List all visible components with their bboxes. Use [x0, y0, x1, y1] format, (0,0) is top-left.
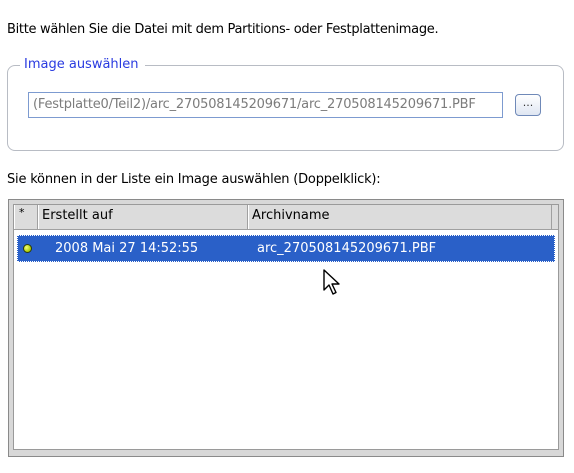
image-list-body[interactable]: * Erstellt auf Archivname 2008 Mai 27 14… [13, 204, 559, 450]
instruction-text: Bitte wählen Sie die Datei mit dem Parti… [7, 22, 439, 37]
list-header: * Erstellt auf Archivname [14, 205, 558, 230]
mouse-pointer-icon [323, 269, 340, 295]
row-archive-name: arc_270508145209671.PBF [257, 241, 437, 256]
group-title: Image auswählen [20, 56, 145, 74]
browse-button[interactable]: ... [515, 94, 541, 116]
image-list: * Erstellt auf Archivname 2008 Mai 27 14… [8, 199, 564, 457]
column-header-created[interactable]: Erstellt auf [38, 205, 248, 229]
row-created: 2008 Mai 27 14:52:55 [55, 241, 199, 256]
list-caption: Sie können in der Liste ein Image auswäh… [7, 172, 381, 187]
green-dot-icon [23, 244, 32, 253]
column-header-archive-name[interactable]: Archivname [248, 205, 552, 229]
image-select-group: Image auswählen (Festplatte0/Teil2)/arc_… [7, 56, 564, 151]
image-path-field[interactable]: (Festplatte0/Teil2)/arc_270508145209671/… [28, 92, 503, 118]
column-header-marker[interactable]: * [14, 205, 38, 229]
list-row[interactable]: 2008 Mai 27 14:52:55 arc_270508145209671… [17, 235, 555, 262]
image-path-value: (Festplatte0/Teil2)/arc_270508145209671/… [33, 97, 476, 112]
